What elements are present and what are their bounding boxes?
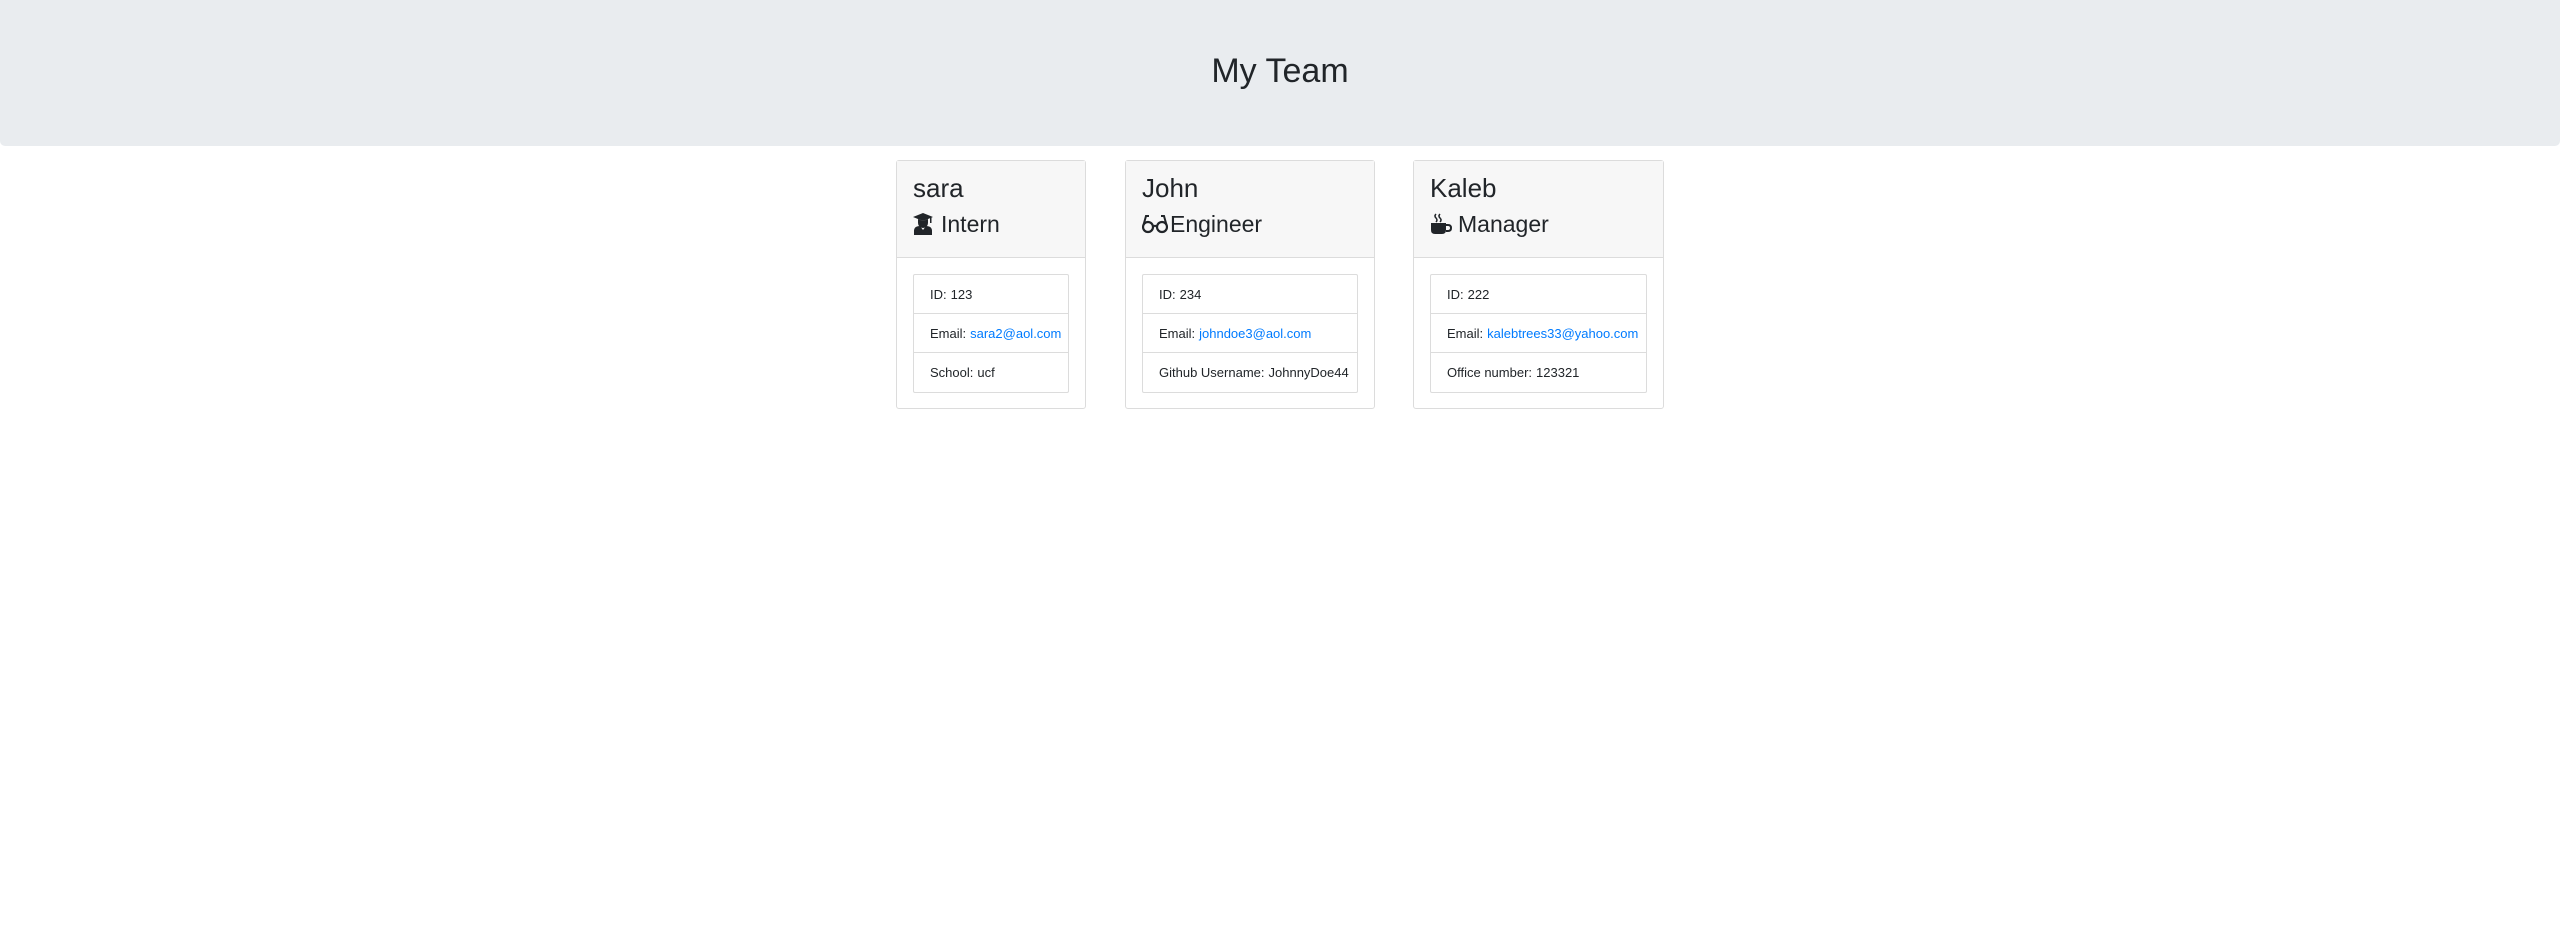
id-value: 234 [1179,286,1202,302]
office-number-label: Office number: [1447,365,1533,380]
role-label: Intern [941,211,1000,237]
id-value: 222 [1467,286,1490,302]
employee-card-manager: Kaleb Manager ID: 222 Email: kalebtrees3… [1413,160,1664,409]
employee-name: Kaleb [1430,173,1497,203]
github-label: Github Username: [1159,365,1265,380]
employee-role: Manager [1430,209,1663,239]
id-label: ID: [930,286,947,302]
github-item: Github Username: JohnnyDoe44 [1143,353,1357,392]
details-list: ID: 222 Email: kalebtrees33@yahoo.com Of… [1430,274,1647,393]
school-value: ucf [977,365,995,380]
role-label: Manager [1458,211,1549,237]
page-header: My Team [0,0,2560,146]
email-label: Email: [930,325,967,341]
employee-role: Engineer [1142,209,1374,239]
office-number-value: 123321 [1536,365,1580,380]
card-body: ID: 222 Email: kalebtrees33@yahoo.com Of… [1414,258,1663,409]
email-label: Email: [1447,325,1484,341]
id-value: 123 [950,286,973,302]
employee-role: Intern [913,209,1085,239]
card-header: sara Intern [897,161,1085,258]
id-item: ID: 123 [914,275,1068,314]
office-number-item: Office number: 123321 [1431,353,1646,392]
employee-name: sara [913,173,964,203]
id-label: ID: [1159,286,1176,302]
card-body: ID: 234 Email: johndoe3@aol.com Github U… [1126,258,1374,409]
details-list: ID: 234 Email: johndoe3@aol.com Github U… [1142,274,1358,393]
email-item: Email: sara2@aol.com [914,314,1068,353]
employee-card-engineer: John Engineer ID: 234 Email: johndoe3@ao… [1125,160,1375,409]
id-label: ID: [1447,286,1464,302]
school-label: School: [930,365,974,380]
employee-name: John [1142,173,1199,203]
email-link[interactable]: kalebtrees33@yahoo.com [1487,326,1638,341]
glasses-icon [1142,213,1168,235]
card-header: John Engineer [1126,161,1374,258]
github-value: JohnnyDoe44 [1268,365,1349,380]
page-title: My Team [1211,51,1349,90]
employee-card-intern: sara Intern ID: 123 Email: sara2@aol.com [896,160,1086,409]
role-label: Engineer [1170,211,1263,237]
school-item: School: ucf [914,353,1068,392]
coffee-icon [1430,213,1452,235]
email-link[interactable]: johndoe3@aol.com [1199,326,1311,341]
graduate-icon [913,213,935,235]
details-list: ID: 123 Email: sara2@aol.com School: ucf [913,274,1069,393]
email-item: Email: johndoe3@aol.com [1143,314,1357,353]
email-label: Email: [1159,325,1196,341]
card-body: ID: 123 Email: sara2@aol.com School: ucf [897,258,1085,409]
id-item: ID: 234 [1143,275,1357,314]
card-header: Kaleb Manager [1414,161,1663,258]
email-item: Email: kalebtrees33@yahoo.com [1431,314,1646,353]
id-item: ID: 222 [1431,275,1646,314]
email-link[interactable]: sara2@aol.com [970,326,1061,341]
